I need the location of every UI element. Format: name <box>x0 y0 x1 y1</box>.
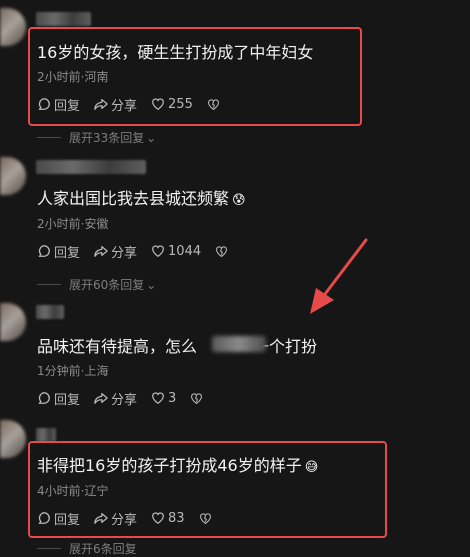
like-count: 3 <box>168 390 177 406</box>
comment-actions: 回复 分享 3 <box>37 388 220 408</box>
reply-label: 回复 <box>54 245 81 261</box>
comment-text-part-1: 品味还有待提高，怎么 <box>37 337 198 356</box>
username-blurred[interactable] <box>36 305 64 319</box>
reply-icon <box>38 245 50 257</box>
divider <box>37 137 61 138</box>
share-label: 分享 <box>111 392 138 408</box>
username-blurred[interactable] <box>36 160 146 174</box>
comment-actions: 回复 分享 1044 <box>37 241 245 261</box>
dislike-icon <box>216 245 228 257</box>
chevron-down-icon: ⌄ <box>146 277 157 292</box>
highlight-box <box>28 441 387 538</box>
share-button[interactable]: 分享 <box>94 389 137 408</box>
avatar[interactable] <box>0 420 26 458</box>
reply-button[interactable]: 回复 <box>37 242 80 261</box>
username-blurred[interactable] <box>36 428 56 442</box>
dislike-icon <box>191 392 203 404</box>
avatar[interactable] <box>0 157 26 195</box>
reply-icon <box>38 392 50 404</box>
expand-replies[interactable]: 展开60条回复 ⌄ <box>37 276 156 293</box>
username-blurred[interactable] <box>36 12 91 26</box>
chevron-down-icon: ⌄ <box>146 130 157 145</box>
annotation-arrow <box>310 238 368 314</box>
comment-meta: 2小时前·安徽 <box>37 217 109 231</box>
dislike-button[interactable] <box>215 245 231 258</box>
expand-label: 展开60条回复 <box>69 278 145 292</box>
share-button[interactable]: 分享 <box>94 242 137 261</box>
share-icon <box>94 246 108 257</box>
comment-meta: 1分钟前·上海 <box>37 364 109 378</box>
avatar[interactable] <box>0 8 26 46</box>
expand-replies[interactable]: 展开33条回复 ⌄ <box>37 129 156 146</box>
reply-label: 回复 <box>54 392 81 408</box>
avatar[interactable] <box>0 303 26 341</box>
like-button[interactable]: 1044 <box>151 244 201 259</box>
highlight-box <box>28 27 362 126</box>
heart-icon <box>152 392 164 404</box>
emoji: 😰 <box>232 193 246 208</box>
censored-text <box>212 336 266 352</box>
reply-button[interactable]: 回复 <box>37 389 80 408</box>
like-count: 1044 <box>168 243 202 259</box>
heart-icon <box>152 245 164 257</box>
expand-label: 展开33条回复 <box>69 131 145 145</box>
share-icon <box>94 393 108 404</box>
divider <box>37 284 61 285</box>
comment-text: 品味还有待提高，怎么 一个打扮 <box>37 333 317 357</box>
share-label: 分享 <box>111 245 138 261</box>
like-button[interactable]: 3 <box>151 391 176 406</box>
dislike-button[interactable] <box>190 392 206 405</box>
comment-text: 人家出国比我去县城还频繁 😰 <box>37 189 246 208</box>
